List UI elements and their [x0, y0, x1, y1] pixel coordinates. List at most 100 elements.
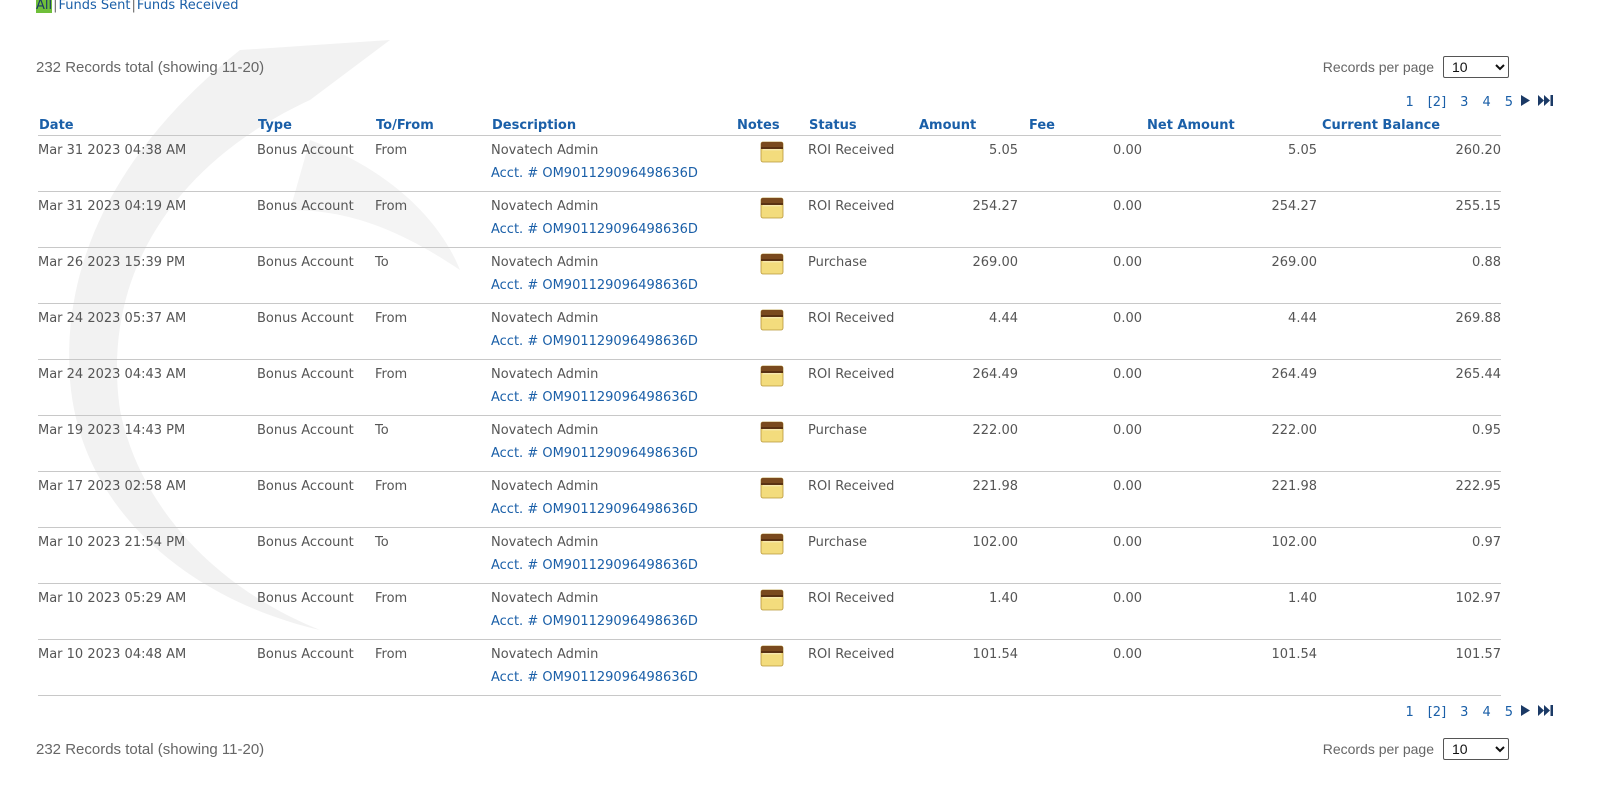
notepad-icon[interactable]: [760, 364, 784, 392]
account-link[interactable]: Acct. # OM901129096498636D: [491, 330, 736, 354]
page-link-2-current[interactable]: [2]: [1428, 705, 1446, 720]
next-page-icon[interactable]: [1521, 95, 1530, 110]
table-row: Mar 24 2023 04:43 AM Bonus Account From …: [38, 359, 1501, 416]
cell-fee: 0.00: [1028, 191, 1146, 248]
cell-date: Mar 10 2023 21:54 PM: [38, 527, 257, 584]
cell-amount: 264.49: [918, 359, 1028, 416]
header-current-balance[interactable]: Current Balance: [1321, 117, 1501, 136]
cell-status: ROI Received: [808, 135, 918, 192]
cell-fee: 0.00: [1028, 415, 1146, 472]
cell-type: Bonus Account: [257, 303, 375, 360]
page-link-4[interactable]: 4: [1482, 705, 1490, 720]
cell-date: Mar 10 2023 04:48 AM: [38, 639, 257, 696]
account-link[interactable]: Acct. # OM901129096498636D: [491, 218, 736, 242]
notepad-icon[interactable]: [760, 476, 784, 504]
table-row: Mar 26 2023 15:39 PM Bonus Account To No…: [38, 247, 1501, 304]
cell-amount: 221.98: [918, 471, 1028, 528]
page-link-1[interactable]: 1: [1405, 95, 1413, 110]
last-page-icon[interactable]: [1538, 95, 1554, 110]
page-link-3[interactable]: 3: [1460, 95, 1468, 110]
next-page-icon[interactable]: [1521, 705, 1530, 720]
page-link-1[interactable]: 1: [1405, 705, 1413, 720]
cell-amount: 102.00: [918, 527, 1028, 584]
last-page-icon[interactable]: [1538, 705, 1554, 720]
cell-fee: 0.00: [1028, 471, 1146, 528]
header-net-amount[interactable]: Net Amount: [1146, 117, 1321, 136]
cell-notes: [736, 135, 808, 192]
header-to-from[interactable]: To/From: [375, 117, 491, 136]
notepad-icon[interactable]: [760, 196, 784, 224]
account-link[interactable]: Acct. # OM901129096498636D: [491, 554, 736, 578]
cell-date: Mar 26 2023 15:39 PM: [38, 247, 257, 304]
cell-status: Purchase: [808, 415, 918, 472]
account-link[interactable]: Acct. # OM901129096498636D: [491, 610, 736, 634]
notepad-icon[interactable]: [760, 252, 784, 280]
notepad-icon[interactable]: [760, 532, 784, 560]
cell-type: Bonus Account: [257, 415, 375, 472]
records-per-page-select[interactable]: 10: [1443, 738, 1509, 760]
cell-notes: [736, 471, 808, 528]
cell-to-from: To: [375, 415, 491, 472]
cell-fee: 0.00: [1028, 639, 1146, 696]
table-header-row: Date Type To/From Description Notes Stat…: [38, 117, 1501, 136]
cell-current-balance: 265.44: [1321, 359, 1501, 416]
header-amount[interactable]: Amount: [918, 117, 1028, 136]
table-row: Mar 10 2023 21:54 PM Bonus Account To No…: [38, 527, 1501, 584]
cell-status: ROI Received: [808, 303, 918, 360]
table-row: Mar 17 2023 02:58 AM Bonus Account From …: [38, 471, 1501, 528]
cell-amount: 5.05: [918, 135, 1028, 192]
table-row: Mar 19 2023 14:43 PM Bonus Account To No…: [38, 415, 1501, 472]
table-row: Mar 31 2023 04:38 AM Bonus Account From …: [38, 135, 1501, 192]
header-type[interactable]: Type: [257, 117, 375, 136]
cell-description: Novatech Admin Acct. # OM901129096498636…: [491, 135, 736, 192]
cell-notes: [736, 303, 808, 360]
pagination-bottom: 1 [2] 3 4 5: [1391, 705, 1554, 720]
header-date[interactable]: Date: [38, 117, 257, 136]
notepad-icon[interactable]: [760, 644, 784, 672]
records-per-page-bottom: Records per page 10: [1323, 738, 1509, 760]
cell-current-balance: 255.15: [1321, 191, 1501, 248]
records-per-page-select[interactable]: 10: [1443, 56, 1509, 78]
account-link[interactable]: Acct. # OM901129096498636D: [491, 666, 736, 690]
filter-funds-sent[interactable]: Funds Sent: [59, 0, 131, 13]
filter-all[interactable]: All: [36, 0, 53, 13]
account-link[interactable]: Acct. # OM901129096498636D: [491, 442, 736, 466]
cell-net-amount: 264.49: [1146, 359, 1321, 416]
transactions-table: Date Type To/From Description Notes Stat…: [38, 117, 1501, 696]
filter-funds-received[interactable]: Funds Received: [137, 0, 239, 13]
page-link-5[interactable]: 5: [1505, 705, 1513, 720]
records-total-bottom: 232 Records total (showing 11-20): [36, 741, 265, 758]
notepad-icon[interactable]: [760, 308, 784, 336]
cell-net-amount: 222.00: [1146, 415, 1321, 472]
cell-date: Mar 19 2023 14:43 PM: [38, 415, 257, 472]
header-fee[interactable]: Fee: [1028, 117, 1146, 136]
notepad-icon[interactable]: [760, 140, 784, 168]
notepad-icon[interactable]: [760, 420, 784, 448]
account-link[interactable]: Acct. # OM901129096498636D: [491, 162, 736, 186]
cell-status: Purchase: [808, 527, 918, 584]
cell-notes: [736, 247, 808, 304]
account-link[interactable]: Acct. # OM901129096498636D: [491, 274, 736, 298]
header-description[interactable]: Description: [491, 117, 736, 136]
cell-to-from: From: [375, 303, 491, 360]
cell-date: Mar 24 2023 04:43 AM: [38, 359, 257, 416]
cell-notes: [736, 527, 808, 584]
cell-net-amount: 4.44: [1146, 303, 1321, 360]
cell-to-from: From: [375, 471, 491, 528]
cell-current-balance: 0.95: [1321, 415, 1501, 472]
page-link-5[interactable]: 5: [1505, 95, 1513, 110]
page-link-3[interactable]: 3: [1460, 705, 1468, 720]
cell-amount: 254.27: [918, 191, 1028, 248]
notepad-icon[interactable]: [760, 588, 784, 616]
filter-separator: |: [131, 0, 136, 13]
account-link[interactable]: Acct. # OM901129096498636D: [491, 498, 736, 522]
header-status[interactable]: Status: [808, 117, 918, 136]
account-link[interactable]: Acct. # OM901129096498636D: [491, 386, 736, 410]
header-notes[interactable]: Notes: [736, 117, 808, 136]
page-link-4[interactable]: 4: [1482, 95, 1490, 110]
cell-type: Bonus Account: [257, 247, 375, 304]
page-link-2-current[interactable]: [2]: [1428, 95, 1446, 110]
cell-notes: [736, 583, 808, 640]
cell-date: Mar 17 2023 02:58 AM: [38, 471, 257, 528]
cell-description: Novatech Admin Acct. # OM901129096498636…: [491, 247, 736, 304]
